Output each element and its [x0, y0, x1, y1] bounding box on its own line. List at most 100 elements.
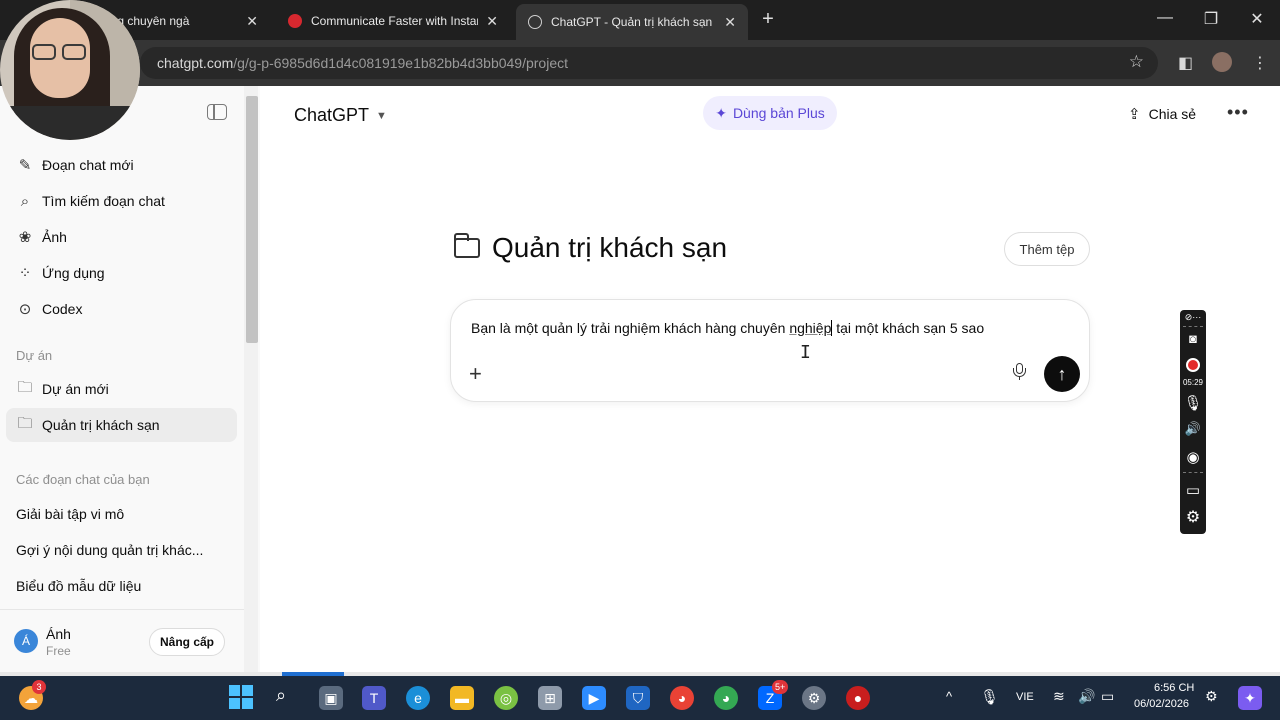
toggle-sidebar-icon[interactable]: [207, 104, 227, 120]
prompt-input[interactable]: Bạn là một quản lý trải nghiệm khách hàn…: [471, 320, 984, 336]
chat-history-item[interactable]: Gợi ý nội dung quản trị khác...: [16, 542, 203, 558]
close-tab-icon[interactable]: ✕: [724, 14, 736, 31]
sidebar-item-label: Đoạn chat mới: [42, 157, 134, 173]
window-capture-icon[interactable]: ▭: [1180, 481, 1206, 499]
sidebar-item-search-chats[interactable]: ⌕ Tìm kiếm đoạn chat: [6, 184, 237, 218]
task-view-icon[interactable]: ▣: [319, 686, 343, 710]
zoom-icon[interactable]: ▶: [582, 686, 606, 710]
restore-icon[interactable]: ❐: [1201, 9, 1221, 29]
projects-header: Dự án: [16, 348, 53, 363]
add-attachment-icon[interactable]: +: [469, 361, 482, 387]
upgrade-plus-button[interactable]: ✦ Dùng bản Plus: [703, 96, 837, 130]
recorder-app-icon[interactable]: ●: [846, 686, 870, 710]
url-host: chatgpt.com: [157, 55, 234, 71]
prompt-text: tại một khách sạn 5 sao: [832, 320, 985, 336]
minimize-icon[interactable]: —: [1155, 9, 1175, 27]
close-window-icon[interactable]: ✕: [1247, 9, 1267, 29]
sidebar-item-codex[interactable]: ⊙ Codex: [6, 292, 237, 326]
sidebar-item-new-chat[interactable]: ✎ Đoạn chat mới: [6, 148, 237, 182]
close-tab-icon[interactable]: ✕: [486, 13, 498, 30]
security-shield-icon[interactable]: ⛉: [626, 686, 650, 710]
chat-history-item[interactable]: Biểu đồ mẫu dữ liệu: [16, 578, 141, 594]
user-avatar[interactable]: Á: [14, 629, 38, 653]
model-name: ChatGPT: [294, 105, 370, 125]
browser-tab-chatgpt[interactable]: ChatGPT - Quản trị khách sạn ✕: [516, 4, 748, 40]
sidebar-item-new-project[interactable]: 🗀 Dự án mới: [6, 372, 237, 406]
windows-start-icon[interactable]: [229, 685, 253, 709]
search-icon[interactable]: ⌕: [276, 685, 286, 706]
app-green-icon[interactable]: ◎: [494, 686, 518, 710]
chrome-icon[interactable]: ◕: [714, 686, 738, 710]
weather-badge: 3: [32, 680, 46, 694]
zalo-badge: 5+: [772, 680, 789, 694]
mic-tray-icon[interactable]: 🎙: [980, 688, 999, 706]
battery-icon[interactable]: ▭: [1101, 688, 1114, 705]
chevron-up-icon[interactable]: ^: [946, 689, 952, 704]
side-panel-icon[interactable]: ◧: [1178, 53, 1193, 73]
browser-tab-communicate[interactable]: Communicate Faster with Instan ✕: [276, 6, 510, 36]
profile-avatar-icon[interactable]: [1212, 52, 1232, 72]
folder-icon: 🗀: [17, 414, 33, 432]
new-tab-icon[interactable]: +: [757, 8, 779, 31]
camera-icon[interactable]: ◙: [1180, 331, 1206, 346]
edge-icon[interactable]: e: [406, 686, 430, 710]
sparkle-icon: ✦: [715, 104, 727, 121]
recorder-menu-icon[interactable]: ⊘···: [1180, 312, 1206, 323]
gear-icon[interactable]: ⚙: [1180, 507, 1206, 527]
webcam-glasses-right: [62, 44, 86, 60]
tab-title: Communicate Faster with Instan: [311, 14, 479, 28]
upgrade-button[interactable]: Nâng cấp: [149, 628, 225, 656]
webcam-icon[interactable]: ◉: [1180, 448, 1206, 466]
main-panel: ChatGPT ▼ ✦ Dùng bản Plus ⇪ Chia sẻ ••• …: [260, 86, 1280, 672]
microphone-icon[interactable]: 🎙: [1180, 394, 1206, 412]
chat-history-item[interactable]: Giải bài tập vi mô: [16, 506, 124, 522]
notification-icon[interactable]: ⚙: [1205, 688, 1218, 705]
clock-date[interactable]: 06/02/2026: [1134, 698, 1189, 710]
recorder-divider: [1183, 326, 1203, 327]
close-tab-icon[interactable]: ✕: [246, 13, 258, 30]
send-button[interactable]: ↑: [1044, 356, 1080, 392]
record-icon[interactable]: [1186, 358, 1200, 372]
clock-time[interactable]: 6:56 CH: [1154, 682, 1194, 694]
settings-app-icon[interactable]: ⚙: [802, 686, 826, 710]
teams-icon[interactable]: T: [362, 686, 386, 710]
sidebar-item-apps[interactable]: ⁘ Ứng dụng: [6, 256, 237, 290]
sidebar-scrollbar-thumb[interactable]: [246, 96, 258, 343]
wifi-icon[interactable]: ≋: [1053, 688, 1065, 705]
sidebar-item-images[interactable]: ❀ Ảnh: [6, 220, 237, 254]
speaker-icon[interactable]: 🔊: [1180, 421, 1206, 437]
file-explorer-icon[interactable]: ▬: [450, 686, 474, 710]
webcam-person-shirt: [0, 106, 140, 140]
sidebar-item-project-hotel[interactable]: 🗀 Quản trị khách sạn: [6, 408, 237, 442]
share-button[interactable]: ⇪ Chia sẻ: [1128, 105, 1196, 123]
message-composer[interactable]: Bạn là một quản lý trải nghiệm khách hàn…: [450, 299, 1090, 402]
chevron-down-icon: ▼: [376, 109, 387, 122]
record-favicon-icon: [288, 14, 302, 28]
more-options-icon[interactable]: •••: [1227, 102, 1249, 123]
store-icon[interactable]: ⊞: [538, 686, 562, 710]
project-title-text: Quản trị khách sạn: [492, 232, 728, 263]
recorder-divider: [1183, 472, 1203, 473]
browser-menu-icon[interactable]: ⋮: [1252, 53, 1268, 73]
chats-header: Các đoạn chat của bạn: [16, 472, 150, 487]
volume-icon[interactable]: 🔊: [1078, 688, 1095, 705]
add-file-button[interactable]: Thêm tệp: [1004, 232, 1090, 266]
mic-stem: [1018, 376, 1021, 380]
copilot-icon[interactable]: ✦: [1238, 686, 1262, 710]
microphone-icon[interactable]: [1013, 363, 1026, 381]
arrow-up-icon: ↑: [1057, 363, 1067, 384]
sidebar-item-label: Ảnh: [42, 229, 67, 245]
openai-favicon-icon: [528, 15, 542, 29]
chrome-profile-icon[interactable]: ◕: [670, 686, 694, 710]
user-name[interactable]: Ánh: [46, 626, 71, 642]
input-language[interactable]: VIE: [1016, 691, 1034, 703]
share-label: Chia sẻ: [1148, 106, 1197, 122]
codex-icon: ⊙: [18, 301, 32, 318]
bookmark-star-icon[interactable]: ☆: [1129, 52, 1144, 72]
model-selector[interactable]: ChatGPT ▼: [294, 105, 387, 126]
screen-recorder-widget: ⊘··· ◙ 05:29 🎙 🔊 ◉ ▭ ⚙: [1180, 310, 1206, 534]
url-path: /g/g-p-6985d6d1d4c081919e1b82bb4d3bb049/…: [233, 55, 569, 71]
webcam-glasses-left: [32, 44, 56, 60]
url-bar[interactable]: chatgpt.com/g/g-p-6985d6d1d4c081919e1b82…: [140, 47, 1158, 79]
webcam-overlay: [0, 0, 140, 140]
